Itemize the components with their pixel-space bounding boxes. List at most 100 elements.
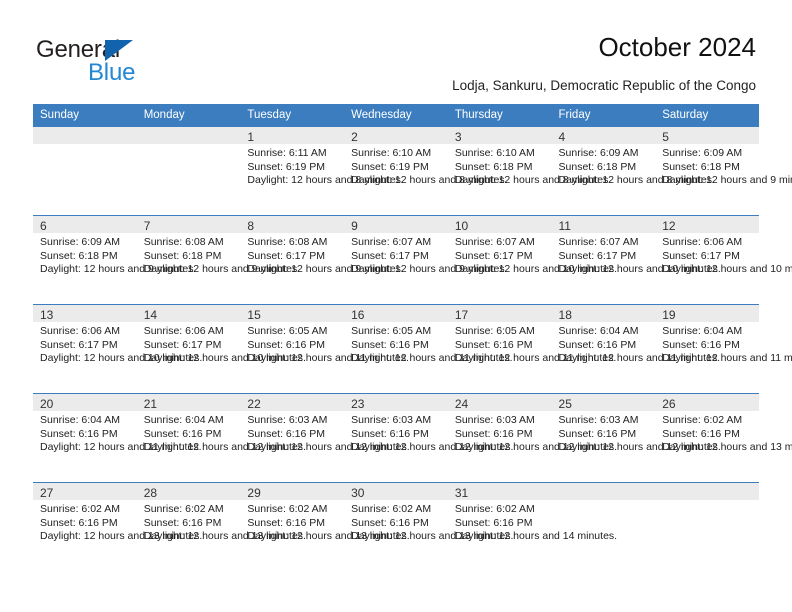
day-details: Sunrise: 6:04 AM Sunset: 6:16 PM Daylight:… <box>137 411 306 455</box>
day-details: Sunrise: 6:10 AM Sunset: 6:19 PM Daylight:… <box>344 144 507 188</box>
calendar-day-cell[interactable]: 27 Sunrise: 6:02 AM Sunset: 6:16 PM Dayligh… <box>33 482 203 571</box>
calendar-cell-inner: 25 Sunrise: 6:03 AM Sunset: 6:16 PM Dayligh… <box>551 393 721 482</box>
sunrise-text: Sunrise: 6:03 AM <box>454 414 535 426</box>
page-subtitle: Lodja, Sankuru, Democratic Republic of t… <box>452 78 756 93</box>
calendar-day-cell[interactable]: 8 Sunrise: 6:08 AM Sunset: 6:17 PM Daylight… <box>240 215 404 304</box>
day-number: 4 <box>558 130 566 144</box>
day-details: Sunrise: 6:02 AM Sunset: 6:16 PM Daylight:… <box>655 411 792 455</box>
day-details: Sunrise: 6:09 AM Sunset: 6:18 PM Daylight:… <box>33 233 196 277</box>
calendar-empty-cell <box>551 482 656 571</box>
sunset-text: Sunset: 6:17 PM <box>662 249 740 262</box>
calendar-cell-inner: 30 Sunrise: 6:02 AM Sunset: 6:16 PM Dayligh… <box>344 482 514 571</box>
day-number-band: 26 <box>655 394 759 411</box>
calendar-day-cell[interactable]: 15 Sunrise: 6:05 AM Sunset: 6:16 PM Dayligh… <box>240 304 409 393</box>
calendar-day-cell[interactable]: 6 Sunrise: 6:09 AM Sunset: 6:18 PM Daylight… <box>33 215 196 304</box>
daylight-text: Daylight: 12 hours and 14 minutes. <box>454 530 618 543</box>
calendar-day-cell[interactable]: 23 Sunrise: 6:03 AM Sunset: 6:16 PM Dayligh… <box>344 393 513 482</box>
day-details: Sunrise: 6:04 AM Sunset: 6:16 PM Daylight:… <box>655 322 792 366</box>
daylight-text: Daylight: 12 hours and 13 minutes. <box>40 530 203 543</box>
calendar-day-cell[interactable]: 11 Sunrise: 6:07 AM Sunset: 6:17 PM Dayligh… <box>551 215 721 304</box>
calendar-day-cell[interactable]: 14 Sunrise: 6:06 AM Sunset: 6:17 PM Dayligh… <box>136 304 306 393</box>
day-details: Sunrise: 6:09 AM Sunset: 6:18 PM Daylight:… <box>655 144 792 188</box>
day-details: Sunrise: 6:06 AM Sunset: 6:17 PM Daylight:… <box>137 322 306 366</box>
calendar-day-cell[interactable]: 30 Sunrise: 6:02 AM Sunset: 6:16 PM Dayligh… <box>344 482 514 571</box>
day-number: 29 <box>247 486 261 500</box>
sunrise-text: Sunrise: 6:05 AM <box>454 325 535 337</box>
day-details: Sunrise: 6:03 AM Sunset: 6:16 PM Daylight:… <box>344 411 513 455</box>
day-number: 8 <box>247 219 255 233</box>
calendar-day-cell[interactable]: 18 Sunrise: 6:04 AM Sunset: 6:16 PM Dayligh… <box>551 304 720 393</box>
calendar-empty-cell <box>33 126 137 215</box>
sunrise-text: Sunrise: 6:09 AM <box>40 236 120 248</box>
calendar-day-cell[interactable]: 9 Sunrise: 6:07 AM Sunset: 6:17 PM Daylight… <box>344 215 508 304</box>
calendar-day-cell[interactable]: 28 Sunrise: 6:02 AM Sunset: 6:16 PM Dayligh… <box>136 482 306 571</box>
sunset-text: Sunset: 6:16 PM <box>454 427 533 440</box>
sunset-text: Sunset: 6:16 PM <box>247 338 326 351</box>
calendar-cell-inner: 12 Sunrise: 6:06 AM Sunset: 6:17 PM Dayligh… <box>655 215 792 304</box>
daylight-text: Daylight: 12 hours and 13 minutes. <box>247 530 410 543</box>
calendar-day-cell[interactable]: 2 Sunrise: 6:10 AM Sunset: 6:19 PM Daylight… <box>344 126 508 215</box>
page-title: October 2024 <box>598 32 756 62</box>
day-number: 7 <box>143 219 151 233</box>
calendar-day-cell[interactable]: 17 Sunrise: 6:05 AM Sunset: 6:16 PM Dayligh… <box>447 304 616 393</box>
general-blue-logo[interactable]: General Blue <box>36 36 216 86</box>
day-number: 13 <box>40 308 54 322</box>
daylight-text: Daylight: 12 hours and 13 minutes. <box>351 530 514 543</box>
sunset-text: Sunset: 6:16 PM <box>558 338 637 351</box>
weekday-header-monday: Monday <box>136 104 241 126</box>
sunset-text: Sunset: 6:17 PM <box>247 249 326 262</box>
calendar-week-row: 13 Sunrise: 6:06 AM Sunset: 6:17 PM Dayligh… <box>33 304 792 393</box>
weekday-header-saturday: Saturday <box>655 104 759 126</box>
daylight-text: Daylight: 12 hours and 10 minutes. <box>558 263 721 276</box>
day-number-band: 17 <box>447 305 552 322</box>
daylight-text: Daylight: 12 hours and 12 minutes. <box>558 441 721 454</box>
sunset-text: Sunset: 6:17 PM <box>143 338 222 351</box>
calendar-day-cell[interactable]: 12 Sunrise: 6:06 AM Sunset: 6:17 PM Dayligh… <box>655 215 792 304</box>
calendar-cell-inner: 6 Sunrise: 6:09 AM Sunset: 6:18 PM Daylight… <box>33 215 196 304</box>
day-number-band: 31 <box>447 483 552 500</box>
sunset-text: Sunset: 6:19 PM <box>247 160 326 173</box>
calendar-day-cell[interactable]: 20 Sunrise: 6:04 AM Sunset: 6:16 PM Dayligh… <box>33 393 201 482</box>
calendar-day-cell[interactable]: 31 Sunrise: 6:02 AM Sunset: 6:16 PM Dayligh… <box>447 482 618 571</box>
daylight-text: Daylight: 12 hours and 9 minutes. <box>247 263 404 276</box>
calendar-day-cell[interactable]: 5 Sunrise: 6:09 AM Sunset: 6:18 PM Daylight… <box>655 126 792 215</box>
calendar-day-cell[interactable]: 13 Sunrise: 6:06 AM Sunset: 6:17 PM Dayligh… <box>33 304 202 393</box>
sunrise-text: Sunrise: 6:05 AM <box>351 325 432 337</box>
calendar-cell-inner: 21 Sunrise: 6:04 AM Sunset: 6:16 PM Dayligh… <box>136 393 306 482</box>
calendar-day-cell[interactable]: 1 Sunrise: 6:11 AM Sunset: 6:19 PM Daylight… <box>240 126 404 215</box>
sunrise-text: Sunrise: 6:02 AM <box>351 503 432 515</box>
calendar-cell-inner: 17 Sunrise: 6:05 AM Sunset: 6:16 PM Dayligh… <box>447 304 616 393</box>
daylight-text: Daylight: 12 hours and 13 minutes. <box>662 441 792 454</box>
calendar-day-cell[interactable]: 22 Sunrise: 6:03 AM Sunset: 6:16 PM Dayligh… <box>240 393 410 482</box>
calendar-empty-cell <box>655 482 759 571</box>
calendar-day-cell[interactable]: 7 Sunrise: 6:08 AM Sunset: 6:18 PM Daylight… <box>136 215 300 304</box>
sunrise-text: Sunrise: 6:04 AM <box>558 325 639 337</box>
calendar-day-cell[interactable]: 16 Sunrise: 6:05 AM Sunset: 6:16 PM Dayligh… <box>344 304 513 393</box>
calendar-day-cell[interactable]: 19 Sunrise: 6:04 AM Sunset: 6:16 PM Dayligh… <box>655 304 792 393</box>
calendar-day-cell[interactable]: 4 Sunrise: 6:09 AM Sunset: 6:18 PM Daylight… <box>551 126 715 215</box>
calendar-day-cell[interactable]: 10 Sunrise: 6:07 AM Sunset: 6:17 PM Dayligh… <box>447 215 618 304</box>
calendar-day-cell[interactable]: 21 Sunrise: 6:04 AM Sunset: 6:16 PM Dayligh… <box>136 393 306 482</box>
calendar-day-cell[interactable]: 29 Sunrise: 6:02 AM Sunset: 6:16 PM Dayligh… <box>240 482 410 571</box>
day-number: 16 <box>351 308 365 322</box>
calendar-cell-inner: 2 Sunrise: 6:10 AM Sunset: 6:19 PM Daylight… <box>344 126 508 215</box>
day-number: 25 <box>558 397 572 411</box>
day-details: Sunrise: 6:03 AM Sunset: 6:16 PM Daylight:… <box>448 411 617 455</box>
sunrise-text: Sunrise: 6:08 AM <box>247 236 328 248</box>
calendar-day-cell[interactable]: 25 Sunrise: 6:03 AM Sunset: 6:16 PM Dayligh… <box>551 393 721 482</box>
sunset-text: Sunset: 6:18 PM <box>454 160 533 173</box>
calendar-day-cell[interactable]: 3 Sunrise: 6:10 AM Sunset: 6:18 PM Daylight… <box>447 126 611 215</box>
calendar-cell-inner <box>551 482 656 571</box>
calendar-day-cell[interactable]: 26 Sunrise: 6:02 AM Sunset: 6:16 PM Dayligh… <box>655 393 792 482</box>
day-details: Sunrise: 6:05 AM Sunset: 6:16 PM Daylight:… <box>448 322 616 366</box>
sunset-text: Sunset: 6:16 PM <box>247 427 326 440</box>
sunset-text: Sunset: 6:18 PM <box>40 249 118 262</box>
sunset-text: Sunset: 6:16 PM <box>662 427 740 440</box>
day-number: 14 <box>143 308 158 322</box>
sunset-text: Sunset: 6:18 PM <box>143 249 222 262</box>
day-number-band: 30 <box>344 483 448 500</box>
calendar-day-cell[interactable]: 24 Sunrise: 6:03 AM Sunset: 6:16 PM Dayligh… <box>447 393 617 482</box>
day-details: Sunrise: 6:07 AM Sunset: 6:17 PM Daylight:… <box>344 233 507 277</box>
sunrise-text: Sunrise: 6:08 AM <box>143 236 224 248</box>
daylight-text: Daylight: 12 hours and 10 minutes. <box>454 263 618 276</box>
